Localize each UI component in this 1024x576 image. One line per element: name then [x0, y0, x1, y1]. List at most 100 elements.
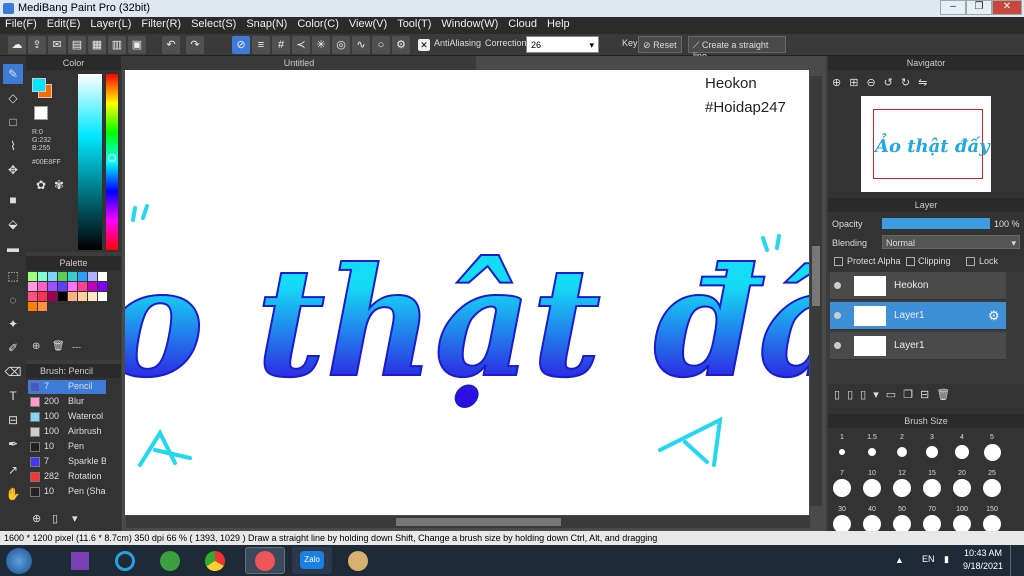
- menu-select[interactable]: Select(S): [186, 17, 241, 31]
- magic-wand-tool-icon[interactable]: ✦: [3, 314, 23, 334]
- start-button[interactable]: [6, 548, 32, 574]
- palette-swatch[interactable]: [38, 302, 47, 311]
- horizontal-scroll-thumb[interactable]: [396, 518, 561, 526]
- maximize-button[interactable]: ❐: [966, 0, 992, 15]
- palette-swatch[interactable]: [58, 272, 67, 281]
- palette-swatch[interactable]: [38, 282, 47, 291]
- menu-edit[interactable]: Edit(E): [42, 17, 86, 31]
- show-desktop-button[interactable]: [1010, 545, 1024, 576]
- palette-swatch[interactable]: [98, 272, 107, 281]
- rect-select-tool-icon[interactable]: □: [3, 112, 23, 132]
- saturation-bar[interactable]: [78, 74, 102, 250]
- zoom-in-icon[interactable]: ⊕: [832, 77, 849, 89]
- hue-slider[interactable]: [106, 74, 118, 250]
- cross-snap-icon[interactable]: #: [272, 36, 290, 54]
- chrome-icon[interactable]: [195, 547, 235, 574]
- medibang-taskbar-icon[interactable]: [245, 547, 285, 574]
- delete-palette-icon[interactable]: 🗑: [52, 341, 65, 352]
- palette-swatch[interactable]: [48, 272, 57, 281]
- rotate-right-icon[interactable]: ↻: [901, 77, 918, 89]
- brush-size-dot[interactable]: [983, 443, 1001, 461]
- new-layer-1bit-icon[interactable]: ▯: [847, 389, 860, 401]
- brush-size-dot[interactable]: [833, 479, 851, 497]
- brush-item[interactable]: 282 Rotation: [28, 470, 108, 484]
- palette-swatch[interactable]: [38, 292, 47, 301]
- brush-item[interactable]: 7 Sparkle B: [28, 455, 108, 469]
- palette-icon[interactable]: ✿: [36, 178, 46, 192]
- brush-size-dot[interactable]: [983, 479, 1001, 497]
- clipping-checkbox[interactable]: [906, 257, 915, 266]
- brush-size-dot[interactable]: [954, 444, 970, 460]
- brush-size-dot[interactable]: [953, 479, 971, 497]
- brush-item[interactable]: 7 Pencil: [28, 380, 106, 394]
- brush-size-dot[interactable]: [867, 447, 877, 457]
- text-tool-icon[interactable]: T: [3, 386, 23, 406]
- minimize-button[interactable]: –: [940, 0, 966, 15]
- layer-menu-icon[interactable]: ▾: [873, 389, 886, 401]
- palette-swatch[interactable]: [68, 272, 77, 281]
- navigator-preview[interactable]: Ảo thật đấy: [861, 96, 991, 192]
- hand-tool-icon[interactable]: ✋: [3, 484, 23, 504]
- circle-snap-icon[interactable]: ◎: [332, 36, 350, 54]
- menu-cloud[interactable]: Cloud: [503, 17, 542, 31]
- brush-menu-icon[interactable]: ▾: [72, 512, 78, 525]
- undo-icon[interactable]: ↶: [162, 36, 180, 54]
- palette-swatch[interactable]: [68, 282, 77, 291]
- vertical-scroll-thumb[interactable]: [812, 246, 820, 306]
- palette-swatch[interactable]: [28, 302, 37, 311]
- layer-row-selected[interactable]: Layer1 ⚙: [830, 302, 1006, 330]
- share-icon[interactable]: ⇪: [28, 36, 46, 54]
- save-icon[interactable]: ▦: [88, 36, 106, 54]
- duplicate-layer-icon[interactable]: ❐: [903, 389, 920, 401]
- brush-item[interactable]: 100 Watercol: [28, 410, 108, 424]
- palette-swatch[interactable]: [48, 292, 57, 301]
- eye-icon[interactable]: [834, 312, 841, 319]
- palette-swatch[interactable]: [28, 282, 37, 291]
- eraser-tool-icon[interactable]: ◇: [3, 88, 23, 108]
- menu-layer[interactable]: Layer(L): [85, 17, 136, 31]
- coc-coc-icon[interactable]: [150, 547, 190, 574]
- visual-studio-icon[interactable]: [60, 547, 100, 574]
- eye-icon[interactable]: [834, 342, 841, 349]
- menu-help[interactable]: Help: [542, 17, 575, 31]
- palette-swatch[interactable]: [98, 282, 107, 291]
- ellipse-snap-icon[interactable]: ○: [372, 36, 390, 54]
- select-eraser-tool-icon[interactable]: ⌫: [3, 362, 23, 382]
- primary-color[interactable]: [32, 78, 46, 92]
- clock[interactable]: 10:43 AM 9/18/2021: [962, 547, 1004, 573]
- divide-tool-icon[interactable]: ⊟: [3, 410, 23, 430]
- color-picker-icon[interactable]: ✾: [54, 178, 64, 192]
- new-layer-icon[interactable]: ▯: [834, 389, 847, 401]
- opacity-slider[interactable]: [882, 218, 990, 229]
- curve-snap-icon[interactable]: ∿: [352, 36, 370, 54]
- drawing-canvas[interactable]: Ảo thật đấy Heokon #Hoidap247: [125, 70, 809, 515]
- brush-size-dot[interactable]: [896, 446, 908, 458]
- grid-icon[interactable]: ▥: [108, 36, 126, 54]
- transparent-color[interactable]: [34, 106, 48, 120]
- settings-icon[interactable]: ⚙: [392, 36, 410, 54]
- close-button[interactable]: ✕: [992, 0, 1022, 15]
- rotate-left-icon[interactable]: ↺: [884, 77, 901, 89]
- redo-icon[interactable]: ↷: [186, 36, 204, 54]
- brush-size-dot[interactable]: [863, 479, 881, 497]
- add-palette-icon[interactable]: ⊕: [32, 341, 40, 352]
- brush-item[interactable]: 200 Blur: [28, 395, 108, 409]
- ie-icon[interactable]: [105, 547, 145, 574]
- blending-select[interactable]: Normal ▾: [882, 235, 1020, 249]
- correction-select[interactable]: 26 ▾: [526, 36, 599, 53]
- menu-filter[interactable]: Filter(R): [136, 17, 186, 31]
- palette-swatch[interactable]: [28, 292, 37, 301]
- palette-swatch[interactable]: [88, 292, 97, 301]
- palette-swatch[interactable]: [48, 282, 57, 291]
- new-layer-8bit-icon[interactable]: ▯: [860, 389, 873, 401]
- antialias-checkbox[interactable]: ✕: [418, 39, 430, 51]
- eyedropper-tool-icon[interactable]: ✒: [3, 434, 23, 454]
- brush-item[interactable]: 100 Airbrush: [28, 425, 108, 439]
- palette-swatch[interactable]: [88, 282, 97, 291]
- brush-item[interactable]: 10 Pen: [28, 440, 108, 454]
- brush-size-dot[interactable]: [893, 479, 911, 497]
- vertical-scrollbar[interactable]: [810, 76, 822, 506]
- straight-line-button[interactable]: ⟋ Create a straight line: [688, 36, 786, 61]
- flip-icon[interactable]: ⇋: [918, 77, 935, 89]
- expand-tray-icon[interactable]: ▲: [895, 555, 904, 565]
